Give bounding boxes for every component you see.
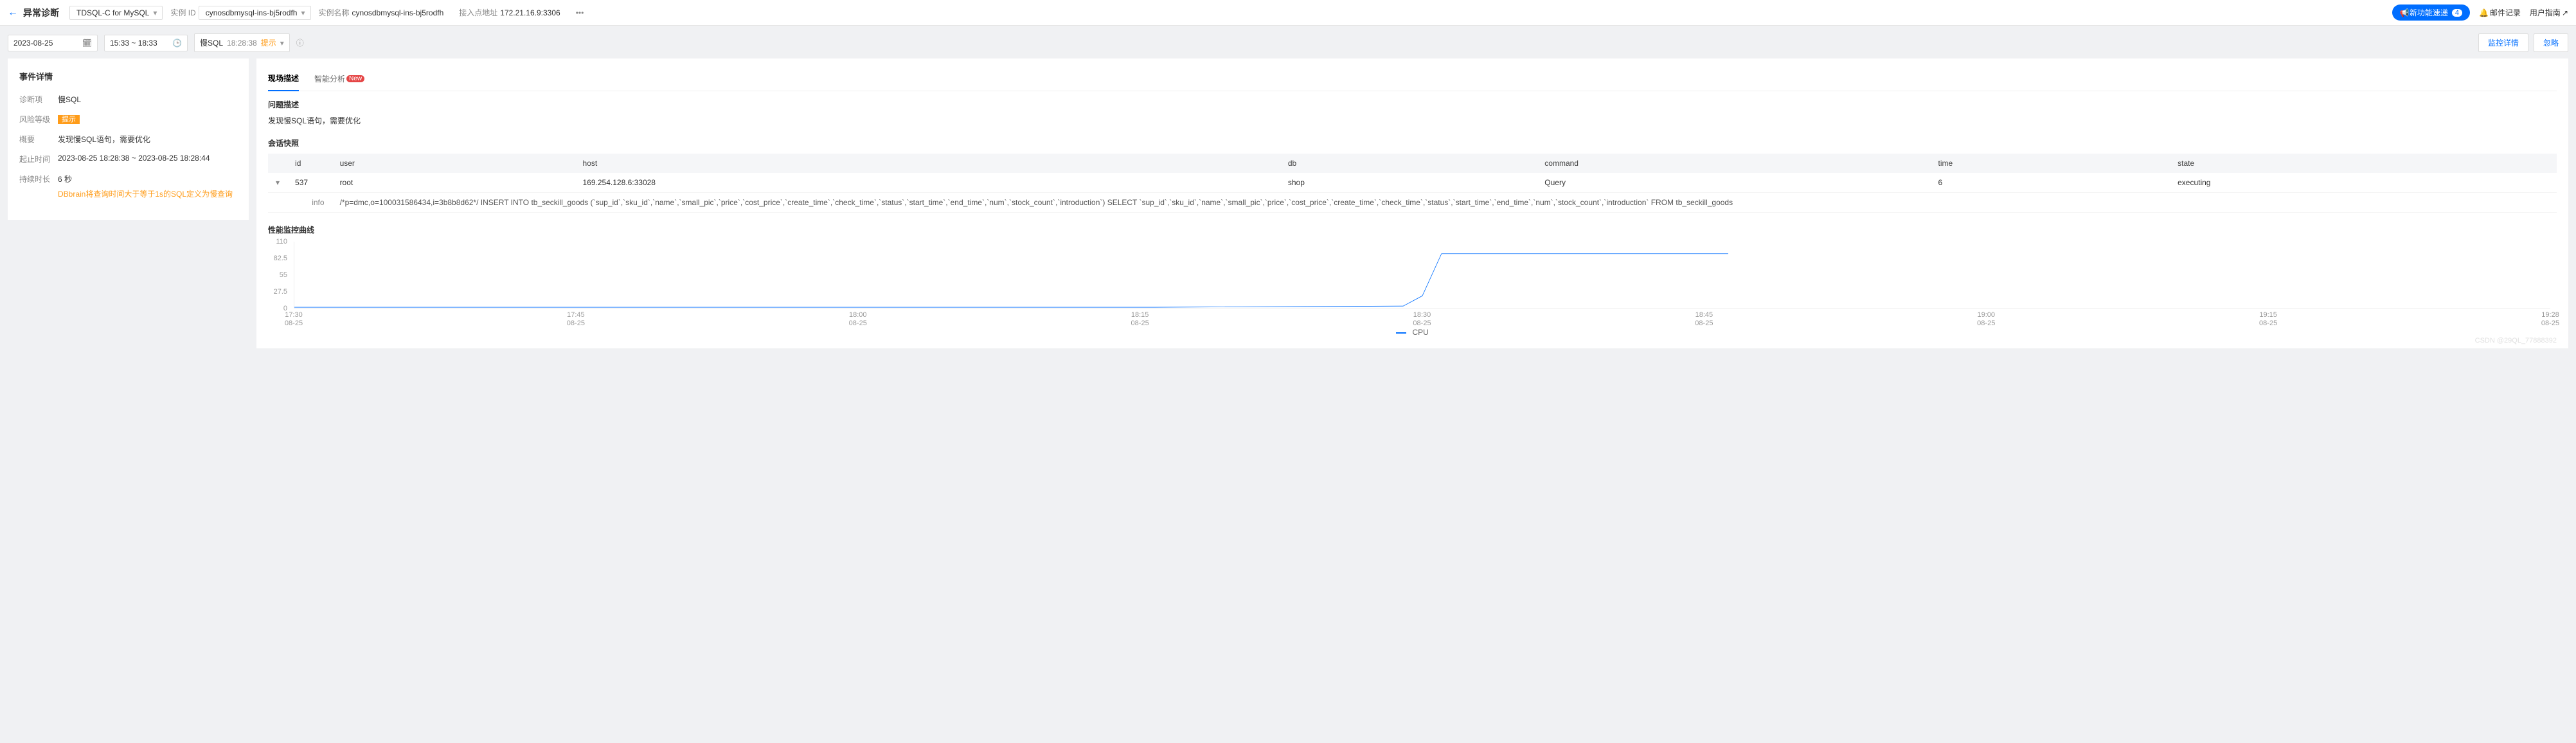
date-picker[interactable]: 2023-08-25 🗓 [8,35,98,51]
cell-id: 537 [287,173,332,193]
endpoint-label: 接入点地址 [459,7,497,18]
legend-label: CPU [1413,328,1429,337]
event-detail-panel: 事件详情 诊断项 慢SQL 风险等级 提示 概要 发现慢SQL语句，需要优化 起… [8,58,249,220]
th-state: state [2170,154,2557,173]
problem-text: 发现慢SQL语句，需要优化 [268,115,2557,126]
session-table: id user host db command time state ▾ 537… [268,154,2557,213]
mail-log-label: 邮件记录 [2490,7,2521,18]
tab-scene[interactable]: 现场描述 [268,70,299,91]
caret-down-icon: ▾ [301,8,305,17]
instance-name-value: cynosdbmysql-ins-bj5rodfh [352,8,444,17]
user-guide-link[interactable]: 用户指南 ↗ [2530,7,2568,18]
external-icon: ↗ [2562,8,2568,17]
duration-label: 持续时长 [19,174,58,184]
page-title: 异常诊断 [23,6,59,19]
more-icon[interactable]: ••• [576,8,584,17]
th-host: host [575,154,1280,173]
tabs: 现场描述 智能分析 New [268,70,2557,91]
instance-id-value: cynosdbmysql-ins-bj5rodfh [206,8,298,17]
duration-value: 6 秒 [58,174,237,184]
th-db: db [1280,154,1537,173]
risk-label: 风险等级 [19,114,58,125]
ignore-button[interactable]: 忽略 [2534,33,2568,52]
slow-sql-hint: 提示 [261,37,276,48]
date-value: 2023-08-25 [13,39,53,48]
y-ticks: 027.55582.5110 [268,242,291,309]
event-detail-title: 事件详情 [19,70,237,82]
perf-title: 性能监控曲线 [268,224,2557,235]
cell-user: root [332,173,575,193]
legend-swatch [1396,332,1406,334]
tab-ai-label: 智能分析 [314,73,345,84]
caret-down-icon: ▾ [153,8,157,17]
time-range-value: 15:33 ~ 18:33 [110,39,157,48]
body: 2023-08-25 🗓 15:33 ~ 18:33 🕒 慢SQL 18:28:… [0,26,2576,356]
instance-name-label: 实例名称 [319,7,350,18]
th-user: user [332,154,575,173]
risk-value: 提示 [58,114,237,124]
cell-db: shop [1280,173,1537,193]
info-label: info [287,193,332,213]
summary-label: 概要 [19,134,58,145]
slow-sql-time: 18:28:38 [227,39,257,48]
time-value: 2023-08-25 18:28:38 ~ 2023-08-25 18:28:4… [58,154,237,163]
megaphone-icon: 📢 [2400,8,2410,17]
table-row: ▾ 537 root 169.254.128.6:33028 shop Quer… [268,173,2557,193]
x-ticks: 17:3008-2517:4508-2518:0008-2518:1508-25… [294,309,2550,327]
new-feature-badge[interactable]: 📢 新功能速递 4 [2392,4,2470,21]
chart-legend: CPU [268,328,2557,337]
cell-state: executing [2170,173,2557,193]
clock-icon: 🕒 [172,39,182,48]
summary-value: 发现慢SQL语句，需要优化 [58,134,237,145]
expand-icon[interactable]: ▾ [276,178,280,187]
tab-ai[interactable]: 智能分析 New [314,70,364,91]
engine-selector[interactable]: TDSQL-C for MySQL ▾ [69,6,163,20]
info-value: /*p=dmc,o=100031586434,i=3b8b8d62*/ INSE… [332,193,2557,213]
new-feature-count: 4 [2452,9,2462,17]
diag-label: 诊断项 [19,94,58,105]
cell-time: 6 [1931,173,2170,193]
diag-value: 慢SQL [58,94,237,105]
bell-icon: 🔔 [2479,8,2489,17]
time-range-picker[interactable]: 15:33 ~ 18:33 🕒 [104,35,188,51]
slow-sql-selector[interactable]: 慢SQL 18:28:38 提示 ▾ [194,33,290,52]
scene-panel: 现场描述 智能分析 New 问题描述 发现慢SQL语句，需要优化 会话快照 id… [256,58,2568,348]
user-guide-label: 用户指南 [2530,7,2561,18]
new-badge: New [346,75,364,82]
th-time: time [1931,154,2170,173]
monitor-detail-button[interactable]: 监控详情 [2478,33,2528,52]
instance-id-selector[interactable]: cynosdbmysql-ins-bj5rodfh ▾ [199,6,311,20]
caret-down-icon: ▾ [280,39,284,48]
duration-block: 6 秒 DBbrain将查询时间大于等于1s的SQL定义为慢查询 [58,174,237,199]
instance-id-label: 实例 ID [170,7,195,18]
endpoint-value: 172.21.16.9:3306 [500,8,560,17]
perf-chart: 027.55582.5110 17:3008-2517:4508-2518:00… [268,242,2557,325]
slow-sql-label: 慢SQL [200,37,223,48]
top-bar: ← 异常诊断 TDSQL-C for MySQL ▾ 实例 ID cynosdb… [0,0,2576,26]
columns: 事件详情 诊断项 慢SQL 风险等级 提示 概要 发现慢SQL语句，需要优化 起… [8,58,2568,348]
watermark: CSDN @29QL_77888392 [2475,337,2557,345]
back-icon[interactable]: ← [8,7,18,19]
table-info-row: info /*p=dmc,o=100031586434,i=3b8b8d62*/… [268,193,2557,213]
filter-row: 2023-08-25 🗓 15:33 ~ 18:33 🕒 慢SQL 18:28:… [8,33,2568,52]
calendar-icon: 🗓 [82,39,92,48]
plot-area [294,242,2550,309]
th-id: id [287,154,332,173]
mail-log-link[interactable]: 🔔 邮件记录 [2479,7,2521,18]
risk-tag: 提示 [58,115,80,124]
problem-title: 问题描述 [268,99,2557,110]
session-title: 会话快照 [268,138,2557,148]
line-path [294,242,2550,308]
cell-command: Query [1537,173,1930,193]
new-feature-label: 新功能速递 [2410,7,2448,18]
th-command: command [1537,154,1930,173]
time-label: 起止时间 [19,154,58,165]
engine-selector-label: TDSQL-C for MySQL [76,8,149,17]
info-icon[interactable]: ⓘ [296,37,304,48]
cell-host: 169.254.128.6:33028 [575,173,1280,193]
top-right: 📢 新功能速递 4 🔔 邮件记录 用户指南 ↗ [2392,4,2568,21]
filter-right-buttons: 监控详情 忽略 [2478,33,2568,52]
duration-note: DBbrain将查询时间大于等于1s的SQL定义为慢查询 [58,188,237,199]
